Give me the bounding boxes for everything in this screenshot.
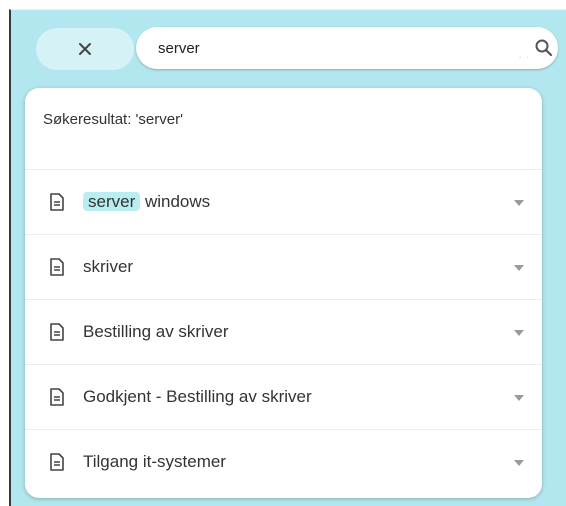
document-icon — [50, 388, 64, 406]
search-loading-dots: . . — [518, 50, 530, 61]
document-icon — [50, 453, 64, 471]
close-button[interactable] — [36, 28, 134, 70]
search-highlight: server — [83, 192, 141, 211]
chevron-down-icon[interactable] — [514, 265, 524, 271]
result-label: Bestilling av skriver — [83, 322, 229, 341]
result-label: Godkjent - Bestilling av skriver — [83, 387, 312, 406]
result-item[interactable]: server windows — [25, 170, 542, 235]
search-input[interactable] — [158, 27, 488, 69]
result-item[interactable]: Tilgang it-systemer — [25, 430, 542, 495]
result-item[interactable]: skriver — [25, 235, 542, 300]
chevron-down-icon[interactable] — [514, 330, 524, 336]
result-label: Tilgang it-systemer — [83, 452, 226, 471]
result-label: skriver — [83, 257, 134, 276]
results-card: Søkeresultat: 'server' server windows sk… — [25, 88, 542, 498]
results-heading: Søkeresultat: 'server' — [25, 88, 542, 170]
document-icon — [50, 258, 64, 276]
search-box: . . — [136, 27, 558, 69]
chevron-down-icon[interactable] — [514, 395, 524, 401]
document-icon — [50, 193, 64, 211]
chevron-down-icon[interactable] — [514, 460, 524, 466]
result-label: server windows — [83, 191, 210, 213]
search-icon[interactable] — [534, 38, 554, 58]
close-icon — [79, 43, 91, 55]
chevron-down-icon[interactable] — [514, 200, 524, 206]
result-item[interactable]: Bestilling av skriver — [25, 300, 542, 365]
result-item[interactable]: Godkjent - Bestilling av skriver — [25, 365, 542, 430]
document-icon — [50, 323, 64, 341]
